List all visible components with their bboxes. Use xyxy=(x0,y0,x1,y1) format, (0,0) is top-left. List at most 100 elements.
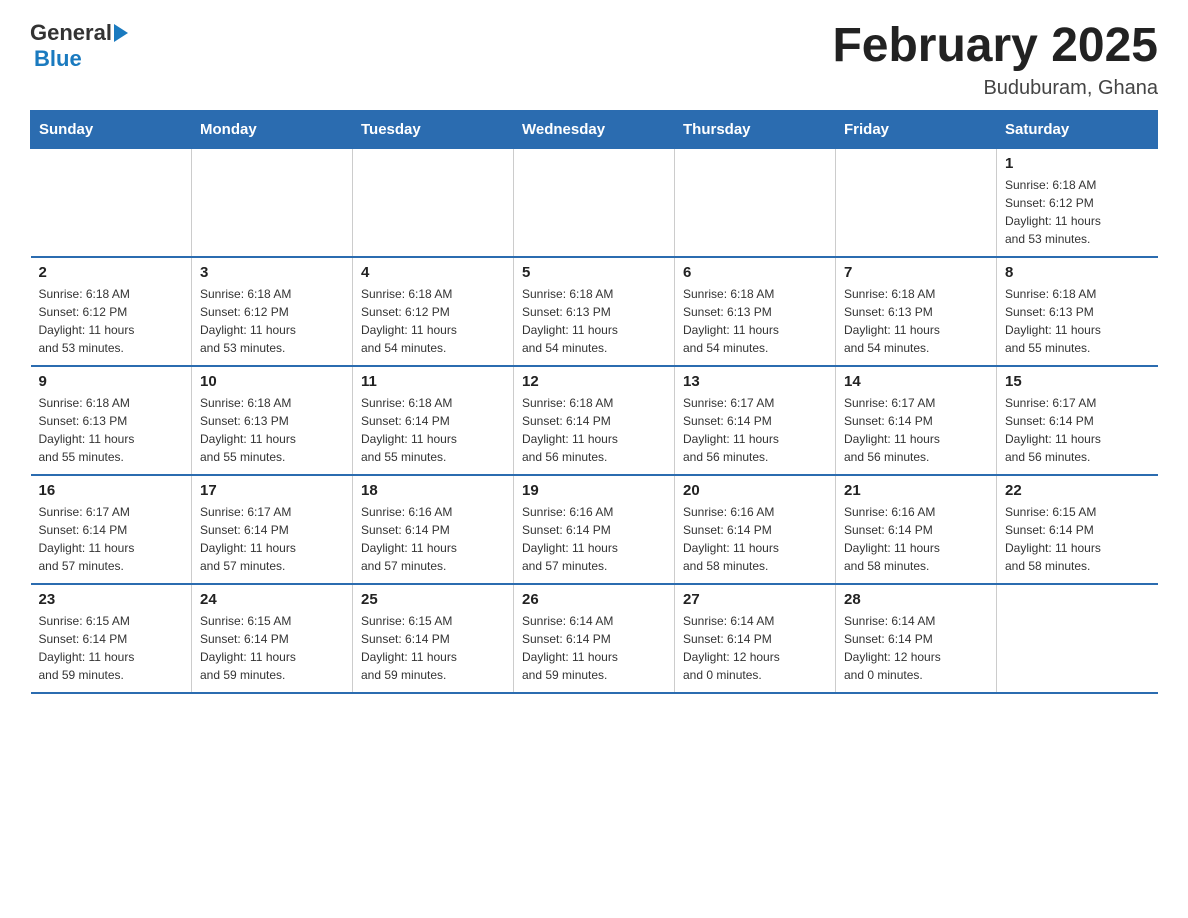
day-number: 18 xyxy=(361,482,505,499)
day-number: 28 xyxy=(844,591,988,608)
title-section: February 2025 Buduburam, Ghana xyxy=(832,20,1158,100)
calendar-cell xyxy=(997,584,1158,693)
day-number: 13 xyxy=(683,373,827,390)
logo-triangle-icon xyxy=(114,24,128,42)
calendar-body: 1 Sunrise: 6:18 AM Sunset: 6:12 PM Daylig… xyxy=(31,148,1158,693)
weekday-header: Wednesday xyxy=(514,110,675,148)
calendar-cell: 20 Sunrise: 6:16 AM Sunset: 6:14 PM Dayli… xyxy=(675,475,836,584)
day-info: Sunrise: 6:14 AM Sunset: 6:14 PM Dayligh… xyxy=(522,612,666,684)
day-info: Sunrise: 6:16 AM Sunset: 6:14 PM Dayligh… xyxy=(844,503,988,575)
calendar-cell: 14 Sunrise: 6:17 AM Sunset: 6:14 PM Dayli… xyxy=(836,366,997,475)
location-text: Buduburam, Ghana xyxy=(832,77,1158,100)
calendar-cell: 27 Sunrise: 6:14 AM Sunset: 6:14 PM Dayli… xyxy=(675,584,836,693)
calendar-week-row: 1 Sunrise: 6:18 AM Sunset: 6:12 PM Daylig… xyxy=(31,148,1158,257)
calendar-week-row: 16Sunrise: 6:17 AM Sunset: 6:14 PM Dayli… xyxy=(31,475,1158,584)
day-number: 7 xyxy=(844,264,988,281)
calendar-cell: 28 Sunrise: 6:14 AM Sunset: 6:14 PM Dayli… xyxy=(836,584,997,693)
calendar-cell: 24Sunrise: 6:15 AM Sunset: 6:14 PM Dayli… xyxy=(192,584,353,693)
day-info: Sunrise: 6:14 AM Sunset: 6:14 PM Dayligh… xyxy=(683,612,827,684)
day-info: Sunrise: 6:18 AM Sunset: 6:13 PM Dayligh… xyxy=(1005,285,1150,357)
calendar-cell: 8 Sunrise: 6:18 AM Sunset: 6:13 PM Daylig… xyxy=(997,257,1158,366)
day-info: Sunrise: 6:16 AM Sunset: 6:14 PM Dayligh… xyxy=(522,503,666,575)
day-number: 11 xyxy=(361,373,505,390)
day-info: Sunrise: 6:17 AM Sunset: 6:14 PM Dayligh… xyxy=(844,394,988,466)
day-info: Sunrise: 6:18 AM Sunset: 6:12 PM Dayligh… xyxy=(361,285,505,357)
day-number: 14 xyxy=(844,373,988,390)
calendar-cell: 6 Sunrise: 6:18 AM Sunset: 6:13 PM Daylig… xyxy=(675,257,836,366)
day-number: 8 xyxy=(1005,264,1150,281)
day-info: Sunrise: 6:18 AM Sunset: 6:13 PM Dayligh… xyxy=(200,394,344,466)
calendar-cell xyxy=(675,148,836,257)
day-number: 25 xyxy=(361,591,505,608)
day-number: 6 xyxy=(683,264,827,281)
day-info: Sunrise: 6:18 AM Sunset: 6:13 PM Dayligh… xyxy=(683,285,827,357)
calendar-cell: 4 Sunrise: 6:18 AM Sunset: 6:12 PM Daylig… xyxy=(353,257,514,366)
day-number: 26 xyxy=(522,591,666,608)
calendar-cell: 18 Sunrise: 6:16 AM Sunset: 6:14 PM Dayli… xyxy=(353,475,514,584)
day-info: Sunrise: 6:15 AM Sunset: 6:14 PM Dayligh… xyxy=(1005,503,1150,575)
day-number: 19 xyxy=(522,482,666,499)
calendar-cell xyxy=(31,148,192,257)
logo-blue-text: Blue xyxy=(34,46,82,71)
day-number: 1 xyxy=(1005,155,1150,172)
weekday-header: Tuesday xyxy=(353,110,514,148)
day-number: 9 xyxy=(39,373,184,390)
day-info: Sunrise: 6:18 AM Sunset: 6:12 PM Dayligh… xyxy=(1005,176,1150,248)
calendar-week-row: 9 Sunrise: 6:18 AM Sunset: 6:13 PM Daylig… xyxy=(31,366,1158,475)
calendar-cell: 13Sunrise: 6:17 AM Sunset: 6:14 PM Dayli… xyxy=(675,366,836,475)
day-info: Sunrise: 6:18 AM Sunset: 6:13 PM Dayligh… xyxy=(844,285,988,357)
day-info: Sunrise: 6:17 AM Sunset: 6:14 PM Dayligh… xyxy=(39,503,184,575)
day-number: 10 xyxy=(200,373,344,390)
calendar-cell: 22Sunrise: 6:15 AM Sunset: 6:14 PM Dayli… xyxy=(997,475,1158,584)
calendar-week-row: 2 Sunrise: 6:18 AM Sunset: 6:12 PM Daylig… xyxy=(31,257,1158,366)
day-info: Sunrise: 6:17 AM Sunset: 6:14 PM Dayligh… xyxy=(1005,394,1150,466)
day-info: Sunrise: 6:15 AM Sunset: 6:14 PM Dayligh… xyxy=(361,612,505,684)
day-info: Sunrise: 6:18 AM Sunset: 6:12 PM Dayligh… xyxy=(200,285,344,357)
calendar-cell xyxy=(192,148,353,257)
day-number: 15 xyxy=(1005,373,1150,390)
calendar-header: SundayMondayTuesdayWednesdayThursdayFrid… xyxy=(31,110,1158,148)
day-number: 2 xyxy=(39,264,184,281)
calendar-cell: 2 Sunrise: 6:18 AM Sunset: 6:12 PM Daylig… xyxy=(31,257,192,366)
calendar-cell: 3Sunrise: 6:18 AM Sunset: 6:12 PM Daylig… xyxy=(192,257,353,366)
calendar-cell xyxy=(514,148,675,257)
calendar-cell xyxy=(836,148,997,257)
day-info: Sunrise: 6:18 AM Sunset: 6:12 PM Dayligh… xyxy=(39,285,184,357)
day-info: Sunrise: 6:18 AM Sunset: 6:13 PM Dayligh… xyxy=(522,285,666,357)
day-number: 23 xyxy=(39,591,184,608)
month-title: February 2025 xyxy=(832,20,1158,73)
day-number: 4 xyxy=(361,264,505,281)
calendar-cell: 10 Sunrise: 6:18 AM Sunset: 6:13 PM Dayli… xyxy=(192,366,353,475)
calendar-cell: 23 Sunrise: 6:15 AM Sunset: 6:14 PM Dayli… xyxy=(31,584,192,693)
logo-general-text: General xyxy=(30,20,112,46)
day-number: 17 xyxy=(200,482,344,499)
calendar-cell: 15 Sunrise: 6:17 AM Sunset: 6:14 PM Dayli… xyxy=(997,366,1158,475)
calendar-cell: 11 Sunrise: 6:18 AM Sunset: 6:14 PM Dayli… xyxy=(353,366,514,475)
day-number: 21 xyxy=(844,482,988,499)
day-info: Sunrise: 6:15 AM Sunset: 6:14 PM Dayligh… xyxy=(39,612,184,684)
calendar-cell: 5 Sunrise: 6:18 AM Sunset: 6:13 PM Daylig… xyxy=(514,257,675,366)
day-info: Sunrise: 6:18 AM Sunset: 6:14 PM Dayligh… xyxy=(361,394,505,466)
day-info: Sunrise: 6:17 AM Sunset: 6:14 PM Dayligh… xyxy=(200,503,344,575)
day-info: Sunrise: 6:18 AM Sunset: 6:13 PM Dayligh… xyxy=(39,394,184,466)
day-info: Sunrise: 6:16 AM Sunset: 6:14 PM Dayligh… xyxy=(683,503,827,575)
day-info: Sunrise: 6:14 AM Sunset: 6:14 PM Dayligh… xyxy=(844,612,988,684)
logo: General Blue xyxy=(30,20,128,72)
day-number: 5 xyxy=(522,264,666,281)
day-info: Sunrise: 6:16 AM Sunset: 6:14 PM Dayligh… xyxy=(361,503,505,575)
calendar-cell: 26 Sunrise: 6:14 AM Sunset: 6:14 PM Dayli… xyxy=(514,584,675,693)
day-number: 20 xyxy=(683,482,827,499)
weekday-header: Friday xyxy=(836,110,997,148)
weekday-header: Sunday xyxy=(31,110,192,148)
calendar-cell: 25 Sunrise: 6:15 AM Sunset: 6:14 PM Dayli… xyxy=(353,584,514,693)
weekday-row: SundayMondayTuesdayWednesdayThursdayFrid… xyxy=(31,110,1158,148)
calendar-cell: 1 Sunrise: 6:18 AM Sunset: 6:12 PM Daylig… xyxy=(997,148,1158,257)
day-number: 12 xyxy=(522,373,666,390)
calendar-cell: 21 Sunrise: 6:16 AM Sunset: 6:14 PM Dayli… xyxy=(836,475,997,584)
calendar-cell: 9 Sunrise: 6:18 AM Sunset: 6:13 PM Daylig… xyxy=(31,366,192,475)
day-info: Sunrise: 6:18 AM Sunset: 6:14 PM Dayligh… xyxy=(522,394,666,466)
day-number: 27 xyxy=(683,591,827,608)
weekday-header: Saturday xyxy=(997,110,1158,148)
calendar-cell xyxy=(353,148,514,257)
day-info: Sunrise: 6:15 AM Sunset: 6:14 PM Dayligh… xyxy=(200,612,344,684)
